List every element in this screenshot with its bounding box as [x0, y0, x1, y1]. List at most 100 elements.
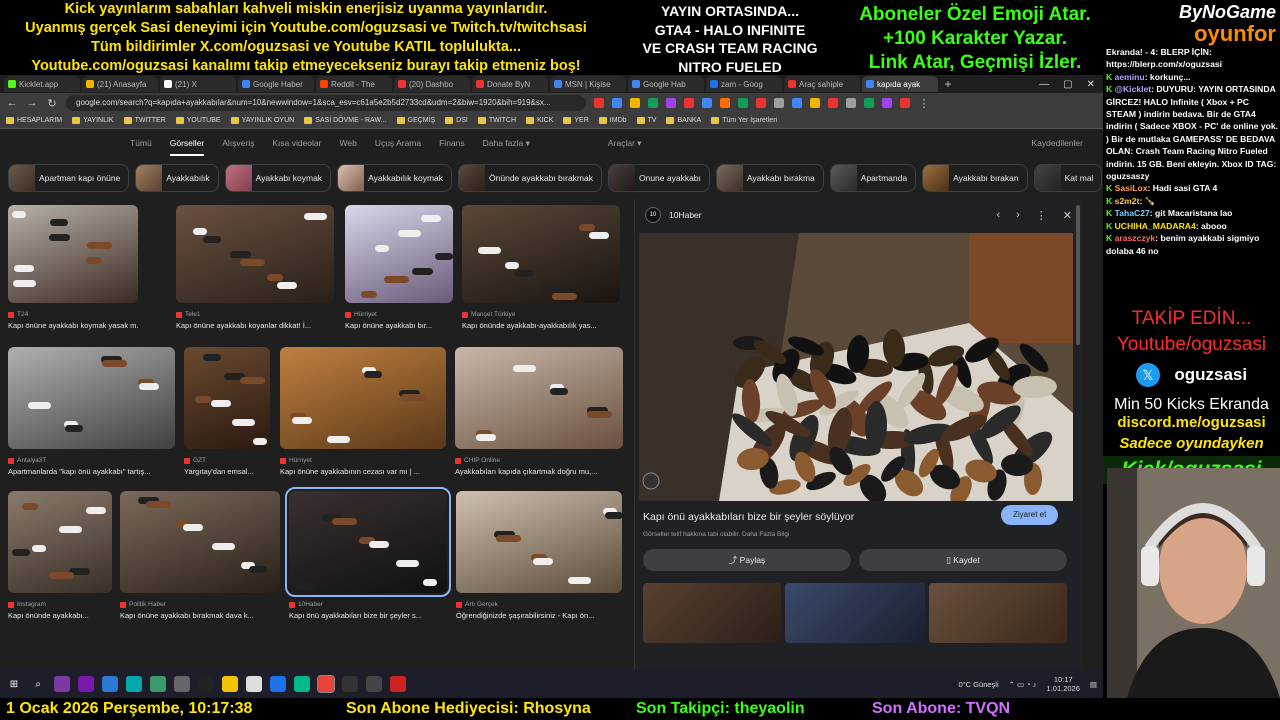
related-search-chip[interactable]: Apartman kapı önüne: [8, 164, 130, 192]
related-search-chip[interactable]: Ayakkabı bırakan: [922, 164, 1028, 192]
share-button[interactable]: ⤴ Paylaş: [643, 549, 851, 571]
browser-tab[interactable]: Reddit - The: [316, 76, 392, 92]
extension-icon[interactable]: [756, 98, 766, 108]
result-caption[interactable]: CHIP Online Ayakkabıları kapıda çıkartmak…: [455, 457, 623, 476]
panel-scrollbar[interactable]: [1076, 205, 1080, 345]
extension-icon[interactable]: [720, 98, 730, 108]
weather-text[interactable]: 0°C Güneşli: [959, 680, 999, 689]
chrome-icon[interactable]: [317, 675, 335, 693]
browser-tab[interactable]: Kicklet.app: [4, 76, 80, 92]
bookmark-item[interactable]: TWITCH: [477, 117, 516, 124]
tab-web[interactable]: Web: [339, 138, 356, 148]
result-caption[interactable]: Tele1 Kapı önüne ayakkabı koyanlar dikkat…: [176, 311, 334, 330]
image-result[interactable]: [8, 205, 138, 303]
image-result[interactable]: [456, 491, 622, 593]
tools-button[interactable]: Araçlar ▾: [608, 138, 642, 149]
tray-icons[interactable]: ⌃ ▭ ◔ ♪: [1009, 680, 1037, 689]
tab-flights[interactable]: Uçuş Arama: [375, 138, 421, 148]
result-caption[interactable]: Hürriyet Kapı önüne ayakkabı bır...: [345, 311, 453, 330]
app-icon[interactable]: [222, 676, 238, 692]
result-caption[interactable]: GZT Yargıtay'dan emsal...: [184, 457, 270, 476]
visit-button[interactable]: Ziyaret et: [1001, 505, 1059, 525]
related-search-chip[interactable]: Onune ayakkabı: [607, 164, 710, 192]
image-result[interactable]: [345, 205, 453, 303]
close-icon[interactable]: ✕: [1063, 209, 1072, 222]
menu-icon[interactable]: ⋮: [918, 97, 930, 110]
preview-image[interactable]: [639, 233, 1073, 501]
app-icon[interactable]: [366, 676, 382, 692]
bookmark-item[interactable]: KICK: [526, 117, 553, 124]
bookmark-item[interactable]: SASİ DÖVME - RAW...: [304, 117, 387, 124]
image-result[interactable]: [455, 347, 623, 449]
url-input[interactable]: google.com/search?q=kapıda+ayakkabılar&n…: [66, 95, 586, 111]
extension-icon[interactable]: [882, 98, 892, 108]
browser-tab[interactable]: (20) Dashbo: [394, 76, 470, 92]
browser-tab[interactable]: Google Haber: [238, 76, 314, 92]
bookmark-item[interactable]: YAYINLIK OYUN: [230, 117, 294, 124]
browser-tab[interactable]: kapıda ayak: [862, 76, 938, 92]
extension-icon[interactable]: [666, 98, 676, 108]
result-caption[interactable]: Hürriyet Kapı önüne ayakkabının cezası va…: [280, 457, 446, 476]
browser-tab[interactable]: zam - Goog: [706, 76, 782, 92]
related-search-chip[interactable]: Önünde ayakkabı bırakmak: [458, 164, 602, 192]
related-search-chip[interactable]: Ayakkabı bırakma: [715, 164, 824, 192]
bookmark-item[interactable]: HESAPLARIM: [6, 117, 62, 124]
image-result[interactable]: [8, 347, 175, 449]
bookmark-item[interactable]: TWITTER: [123, 117, 166, 124]
chat-username[interactable]: s2m2t: [1115, 196, 1140, 206]
app-icon[interactable]: [150, 676, 166, 692]
tab-finance[interactable]: Finans: [439, 138, 465, 148]
saved-button[interactable]: Kaydedilenler: [1031, 138, 1083, 148]
app-icon[interactable]: [102, 676, 118, 692]
edge-icon[interactable]: [294, 676, 310, 692]
app-icon[interactable]: [390, 676, 406, 692]
chat-username[interactable]: @Kicklet: [1115, 84, 1152, 94]
result-caption[interactable]: T24 Kapı önüne ayakkabı koymak yasak m...: [8, 311, 138, 330]
extension-icon[interactable]: [630, 98, 640, 108]
bookmark-item[interactable]: YOUTUBE: [175, 117, 221, 124]
result-caption[interactable]: Manşet Türkiye Kapı önünde ayakkabı-ayakk…: [462, 311, 620, 330]
bookmark-item[interactable]: BANKA: [666, 117, 701, 124]
bookmark-item[interactable]: TV: [636, 117, 656, 124]
image-result[interactable]: [120, 491, 280, 593]
extension-icon[interactable]: [810, 98, 820, 108]
app-icon[interactable]: [342, 676, 358, 692]
result-caption[interactable]: Antalya3T Apartmanlarda "kapı önü ayakkab…: [8, 457, 175, 476]
maximize-icon[interactable]: ▢: [1063, 79, 1072, 90]
extension-icon[interactable]: [828, 98, 838, 108]
camera-icon[interactable]: [174, 676, 190, 692]
chat-username[interactable]: araszczyk: [1115, 233, 1156, 243]
onenote-icon[interactable]: [78, 676, 94, 692]
extension-icon[interactable]: [594, 98, 604, 108]
extension-icon[interactable]: [846, 98, 856, 108]
browser-tab[interactable]: MSN | Kişise: [550, 76, 626, 92]
browser-tab[interactable]: Google Hab: [628, 76, 704, 92]
related-search-chip[interactable]: Ayakkabı koymak: [224, 164, 332, 192]
save-button[interactable]: ▯ Kaydet: [859, 549, 1067, 571]
bookmark-item[interactable]: Tüm Yer İşaretleri: [711, 117, 777, 124]
related-search-chip[interactable]: Ayakkabılık: [135, 164, 219, 192]
app-icon[interactable]: [126, 676, 142, 692]
image-result[interactable]: [280, 347, 446, 449]
browser-tab[interactable]: (21) X: [160, 76, 236, 92]
start-icon[interactable]: ⊞: [6, 676, 22, 692]
related-image[interactable]: [643, 583, 781, 643]
image-result[interactable]: [285, 487, 451, 597]
clock[interactable]: 10:17 1.01.2026: [1047, 675, 1080, 693]
related-search-chip[interactable]: Ayakkabılık koymak: [337, 164, 453, 192]
related-search-chip[interactable]: Apartmanda: [829, 164, 917, 192]
extension-icon[interactable]: [684, 98, 694, 108]
next-icon[interactable]: ›: [1016, 209, 1020, 222]
tab-images[interactable]: Görseller: [169, 138, 205, 156]
bookmark-item[interactable]: YER: [563, 117, 589, 124]
extension-icon[interactable]: [792, 98, 802, 108]
tab-shopping[interactable]: Alışveriş: [222, 138, 254, 148]
new-tab-button[interactable]: +: [940, 77, 956, 91]
forward-icon[interactable]: →: [26, 97, 38, 109]
browser-tab[interactable]: (21) Anasayfa: [82, 76, 158, 92]
search-icon[interactable]: ⌕: [30, 676, 46, 692]
preview-title[interactable]: Kapı önü ayakkabıları bize bir şeyler sö…: [643, 511, 854, 523]
chat-username[interactable]: aeminu: [1115, 72, 1145, 82]
extension-icon[interactable]: [738, 98, 748, 108]
tab-short-videos[interactable]: Kısa videolar: [272, 138, 321, 148]
